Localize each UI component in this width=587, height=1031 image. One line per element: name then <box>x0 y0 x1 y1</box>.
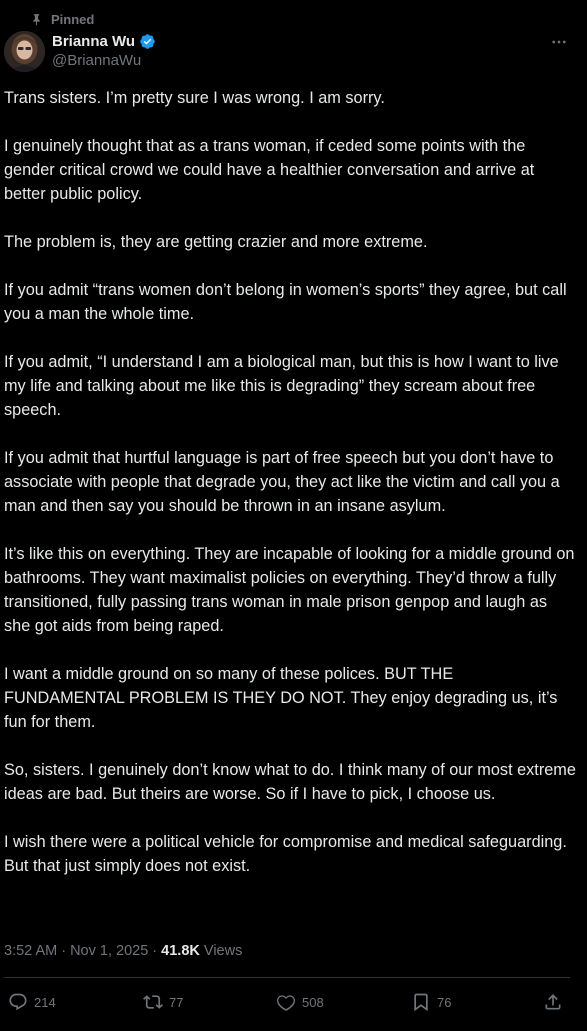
post-paragraph: I genuinely thought that as a trans woma… <box>4 137 535 203</box>
bookmark-count: 76 <box>437 994 452 1010</box>
post-paragraph: The problem is, they are getting crazier… <box>4 233 428 251</box>
post-paragraph: So, sisters. I genuinely don’t know what… <box>4 761 576 803</box>
like-count: 508 <box>302 994 324 1010</box>
post-paragraph: If you admit, “I understand I am a biolo… <box>4 353 559 419</box>
bookmark-button[interactable]: 76 <box>411 990 451 1014</box>
action-bar: 214 77 508 76 <box>8 990 566 1014</box>
repost-icon <box>143 995 163 1009</box>
reply-count: 214 <box>34 994 56 1010</box>
post-text: Trans sisters. I’m pretty sure I was wro… <box>4 86 576 878</box>
user-handle[interactable]: @BriannaWu <box>52 51 156 71</box>
bookmark-icon <box>414 993 428 1012</box>
views-count: 41.8K <box>161 943 200 959</box>
pinned-post: Pinned Brianna Wu @BriannaWu Trans siste… <box>0 0 587 1031</box>
display-name-row: Brianna Wu <box>52 31 156 51</box>
repost-button[interactable]: 77 <box>143 990 183 1014</box>
post-paragraph: I wish there were a political vehicle fo… <box>4 833 567 875</box>
author-info: Brianna Wu @BriannaWu <box>52 31 156 71</box>
like-button[interactable]: 508 <box>276 990 324 1014</box>
pinned-label: Pinned <box>51 11 95 27</box>
avatar[interactable] <box>4 31 45 72</box>
divider <box>4 977 570 978</box>
repost-count: 77 <box>169 994 184 1010</box>
post-paragraph: Trans sisters. I’m pretty sure I was wro… <box>4 89 385 107</box>
more-options-icon[interactable] <box>549 32 569 52</box>
share-button[interactable] <box>543 990 563 1014</box>
meta-separator: · <box>148 943 162 959</box>
post-timestamp[interactable]: 3:52 AM · Nov 1, 2025 <box>4 943 148 959</box>
post-paragraph: If you admit “trans women don’t belong i… <box>4 281 567 323</box>
pinned-indicator: Pinned <box>30 10 94 28</box>
reply-button[interactable]: 214 <box>8 990 56 1014</box>
display-name[interactable]: Brianna Wu <box>52 33 135 50</box>
reply-icon <box>9 993 27 1011</box>
pin-icon <box>33 13 40 25</box>
post-paragraph: I want a middle ground on so many of the… <box>4 665 558 731</box>
views-label: Views <box>203 943 243 959</box>
heart-icon <box>277 995 295 1011</box>
post-paragraph: If you admit that hurtful language is pa… <box>4 449 560 515</box>
post-paragraph: It’s like this on everything. They are i… <box>4 545 575 635</box>
avatar-image <box>4 31 45 72</box>
post-metadata: 3:52 AM · Nov 1, 2025 · 41.8K Views <box>4 941 242 961</box>
share-icon <box>545 994 561 1010</box>
verified-badge-icon[interactable] <box>139 33 156 50</box>
